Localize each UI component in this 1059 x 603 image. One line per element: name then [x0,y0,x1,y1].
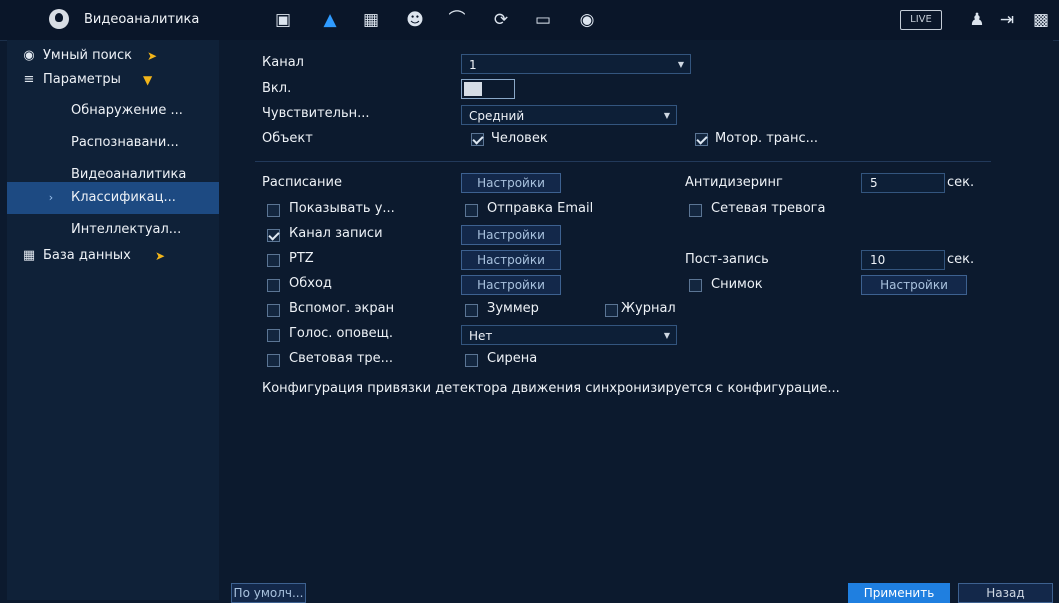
light-checkbox[interactable] [267,354,280,367]
chevron-down-icon: ▼ [677,60,684,69]
database-icon: ▦ [22,248,36,263]
vehicle-label: Мотор. транс... [715,131,819,146]
ptz-settings-button[interactable]: Настройки [461,250,561,270]
settings-panel: Канал 1 ▼ Вкл. Чувствительн... Средний ▼… [219,40,1053,600]
list-icon: ≡ [23,72,35,87]
person-checkbox[interactable] [471,133,484,146]
sensitivity-label: Чувствительн... [262,106,370,121]
channel-select[interactable]: 1 ▼ [461,54,691,74]
schedule-label: Расписание [262,175,342,190]
sidebar-item-parameters[interactable]: ≡ Параметры ▼ [7,64,219,96]
section-divider [255,161,991,162]
voice-checkbox[interactable] [267,329,280,342]
tour-checkbox[interactable] [267,279,280,292]
snapshot-settings-button[interactable]: Настройки [861,275,967,295]
sensitivity-select[interactable]: Средний ▼ [461,105,677,125]
analytics-logo-icon [49,9,69,29]
live-button[interactable]: LIVE [900,10,942,30]
sidebar-item-label: Обнаружение ... [71,103,183,118]
toggle-knob [464,82,482,96]
qr-icon[interactable]: ▩ [1030,9,1052,31]
net-alarm-checkbox[interactable] [689,204,702,217]
chevron-down-icon: ▼ [143,73,153,87]
top-bar: Видеоаналитика ▣ ▲ ▦ ☻ ⌒ ⟳ ▭ ◉ LIVE ♟ ⇥ … [0,0,1059,41]
sync-icon[interactable]: ⟳ [490,9,512,31]
show-checkbox[interactable] [267,204,280,217]
sidebar-item-recognition[interactable]: Распознавани... [7,127,219,159]
voice-select[interactable]: Нет ▼ [461,325,677,345]
tour-settings-button[interactable]: Настройки [461,275,561,295]
sidebar-item-label: Параметры [43,72,121,87]
antidither-input[interactable]: 5 [861,173,945,193]
network-icon[interactable]: ⌒ [446,9,468,31]
voice-value: Нет [469,329,493,343]
alarm-icon[interactable]: ▲ [319,9,341,31]
vehicle-checkbox[interactable] [695,133,708,146]
siren-label: Сирена [487,351,538,366]
record-label: Канал записи [289,226,383,241]
aux-screen-label: Вспомог. экран [289,301,395,316]
post-record-input[interactable]: 10 [861,250,945,270]
apply-button[interactable]: Применить [848,583,950,603]
object-label: Объект [262,131,313,146]
sync-note: Конфигурация привязки детектора движения… [262,381,840,396]
chevron-right-icon: › [48,191,54,204]
enable-label: Вкл. [262,81,292,96]
antidither-label: Антидизеринг [685,175,783,190]
show-label: Показывать у... [289,201,395,216]
log-label: Журнал [621,301,676,316]
sidebar: ◉ Умный поиск ➤ ≡ Параметры ▼ Обнаружени… [7,40,219,600]
channel-label: Канал [262,55,304,70]
light-label: Световая тре... [289,351,394,366]
voice-label: Голос. оповещ. [289,326,393,341]
net-alarm-label: Сетевая тревога [711,201,826,216]
sensitivity-value: Средний [469,109,525,123]
buzzer-checkbox[interactable] [465,304,478,317]
user-icon[interactable]: ♟ [966,9,988,31]
display-icon[interactable]: ▭ [532,9,554,31]
sidebar-item-detection[interactable]: Обнаружение ... [7,95,219,127]
post-record-label: Пост-запись [685,252,769,267]
person-label: Человек [491,131,548,146]
sidebar-item-classification[interactable]: › Классификац... [7,182,219,214]
record-checkbox[interactable] [267,229,280,242]
logout-icon[interactable]: ⇥ [996,9,1018,31]
snapshot-checkbox[interactable] [689,279,702,292]
page-title: Видеоаналитика [84,12,200,27]
chevron-down-icon: ▼ [663,111,670,120]
sidebar-item-label: Классификац... [71,190,176,205]
back-button[interactable]: Назад [958,583,1053,603]
log-checkbox[interactable] [605,304,618,317]
default-button[interactable]: По умолч... [231,583,306,603]
audio-icon[interactable]: ◉ [576,9,598,31]
aux-screen-checkbox[interactable] [267,304,280,317]
sidebar-item-label: Распознавани... [71,135,179,150]
email-checkbox[interactable] [465,204,478,217]
chevron-right-icon: ➤ [155,249,166,263]
ptz-checkbox[interactable] [267,254,280,267]
enable-toggle[interactable] [461,79,515,99]
sidebar-item-database[interactable]: ▦ База данных ➤ [7,240,219,272]
ptz-label: PTZ [289,251,314,266]
storage-icon[interactable]: ▦ [360,9,382,31]
sidebar-item-label: База данных [43,248,131,263]
siren-checkbox[interactable] [465,354,478,367]
record-settings-button[interactable]: Настройки [461,225,561,245]
camera-icon[interactable]: ▣ [272,9,294,31]
chevron-down-icon: ▼ [663,331,670,340]
channel-value: 1 [469,58,477,72]
email-label: Отправка Email [487,201,594,216]
buzzer-label: Зуммер [487,301,539,316]
post-record-unit: сек. [947,252,975,267]
snapshot-label: Снимок [711,277,763,292]
tour-label: Обход [289,276,332,291]
face-icon[interactable]: ☻ [404,9,426,31]
antidither-unit: сек. [947,175,975,190]
schedule-settings-button[interactable]: Настройки [461,173,561,193]
